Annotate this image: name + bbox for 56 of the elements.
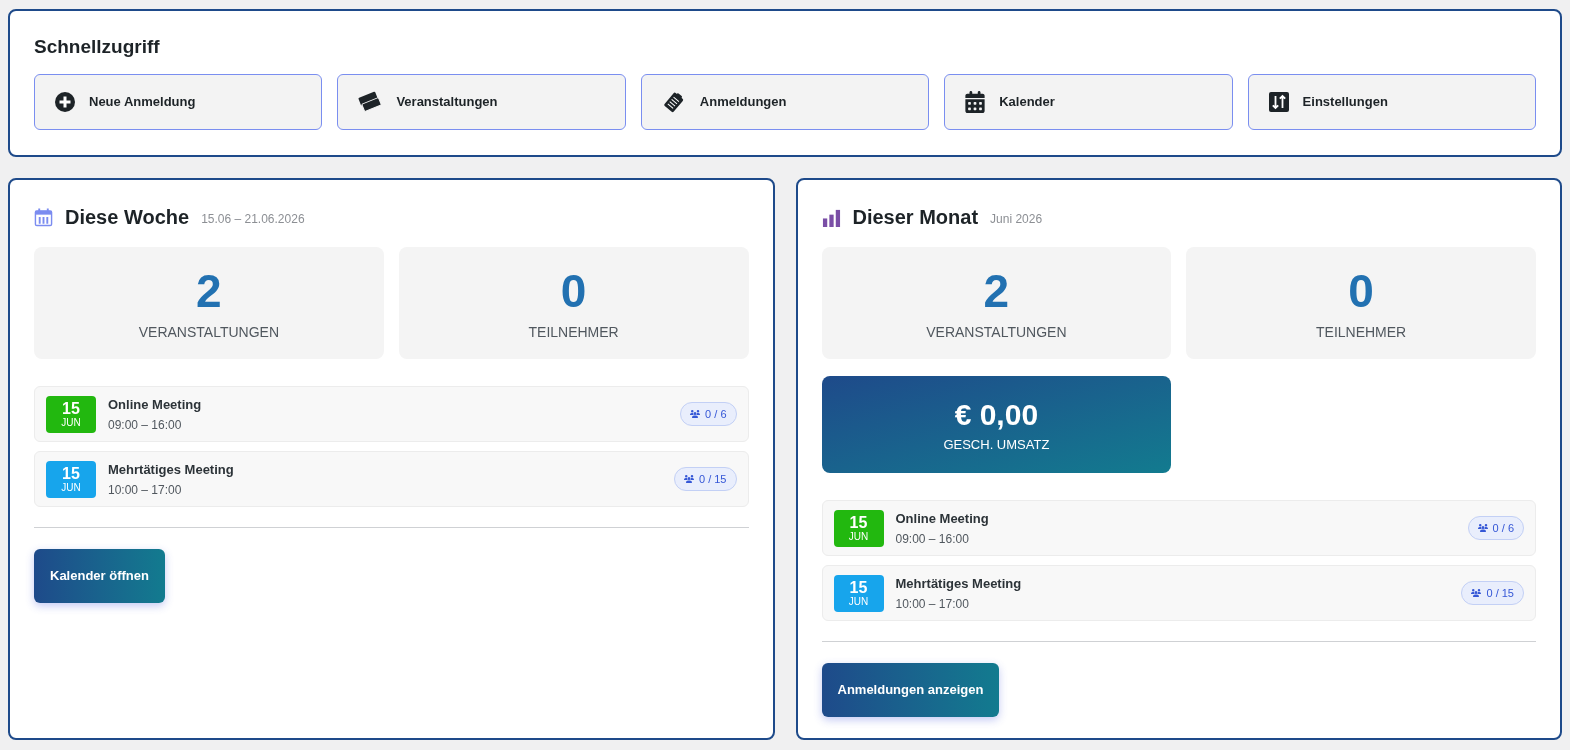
date-month: JUN [848,530,869,543]
sliders-icon [1268,92,1289,112]
event-title: Mehrtätiges Meeting [895,574,1023,592]
people-icon [683,474,694,484]
quick-access-button[interactable]: Einstellungen [1247,74,1536,130]
stat-label: VERANSTALTUNGEN [926,323,1067,341]
quick-access-button[interactable]: Neue Anmeldung [34,74,323,130]
date-day: 15 [62,464,80,482]
event-title: Mehrtätiges Meeting [108,460,235,478]
capacity-text: 0 / 15 [1486,586,1514,600]
event-time: 10:00 – 17:00 [108,481,183,498]
panel-subtitle: Juni 2026 [990,210,1043,227]
calendar-icon [965,91,986,113]
quick-access-button[interactable]: Kalender [944,74,1233,130]
revenue-value: € 0,00 [954,396,1039,433]
event-row[interactable]: 15 JUN Online Meeting 09:00 – 16:00 0 / 6 [821,500,1536,556]
date-month: JUN [848,595,869,608]
capacity-text: 0 / 6 [705,407,727,421]
capacity-text: 0 / 6 [1492,521,1514,535]
event-time: 10:00 – 17:00 [895,595,970,612]
event-row[interactable]: 15 JUN Mehrtätiges Meeting 10:00 – 17:00 0 / 15 [34,451,749,507]
quick-access-button[interactable]: Anmeldungen [640,74,930,130]
date-month: JUN [61,481,81,494]
panel-title: Diese Woche [65,205,190,229]
calendar-icon [34,207,53,227]
revenue-label: GESCH. UMSATZ [943,436,1050,453]
event-time: 09:00 – 16:00 [895,530,970,547]
people-icon [1471,588,1482,598]
bar-chart-icon [821,207,841,227]
stat-label: TEILNEHMER [1316,323,1407,341]
stat-value: 0 [1348,265,1374,317]
action-button[interactable]: Kalender öffnen [34,549,165,603]
date-day: 15 [62,399,80,417]
date-month: JUN [61,416,81,429]
panel-title: Dieser Monat [852,205,979,229]
plus-circle-icon [55,92,75,112]
event-row[interactable]: 15 JUN Online Meeting 09:00 – 16:00 0 / 6 [34,386,749,442]
action-button[interactable]: Anmeldungen anzeigen [821,663,1000,717]
people-icon [690,409,701,419]
stat-value: 2 [196,265,222,317]
tickets-icon [358,90,383,114]
stat-label: TEILNEHMER [528,323,619,341]
stat-value: 0 [560,265,587,317]
stat-label: VERANSTALTUNGEN [138,323,279,341]
event-row[interactable]: 15 JUN Mehrtätiges Meeting 10:00 – 17:00 0 / 15 [821,565,1536,621]
people-icon [1477,523,1488,533]
capacity-text: 0 / 15 [698,472,727,486]
event-title: Online Meeting [108,395,203,413]
event-time: 09:00 – 16:00 [108,416,183,433]
quick-access-button[interactable]: Veranstaltungen [337,74,626,130]
stat-value: 2 [983,265,1010,317]
date-day: 15 [849,578,868,596]
event-title: Online Meeting [895,509,990,527]
section-title: Schnellzugriff [34,35,161,59]
panel-subtitle: 15.06 – 21.06.2026 [201,210,305,227]
date-day: 15 [849,513,868,531]
